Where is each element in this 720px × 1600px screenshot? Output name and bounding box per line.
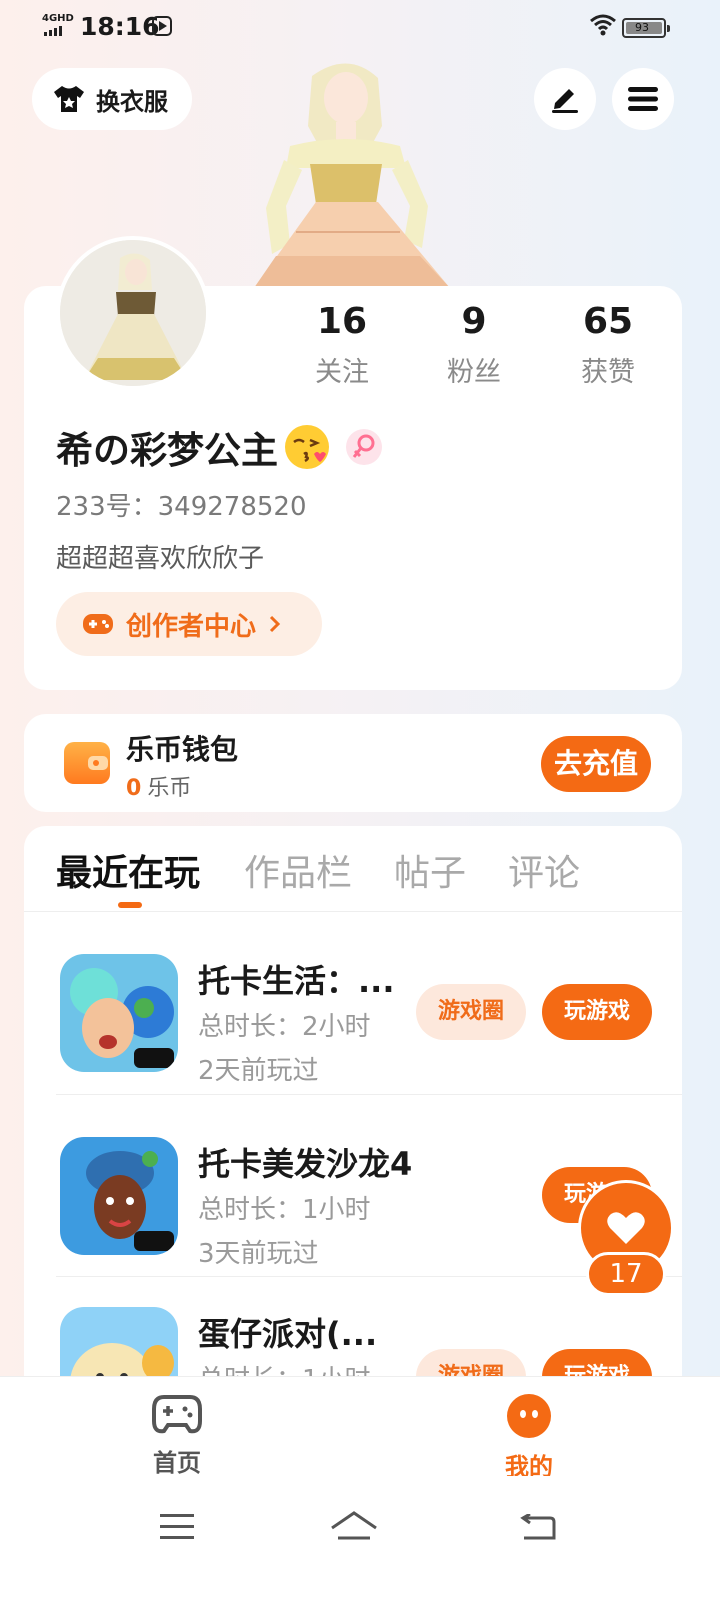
nav-mine[interactable]: 我的 <box>474 1393 584 1482</box>
game-circle-button[interactable]: 游戏圈 <box>416 984 526 1040</box>
game-last-played: 3天前玩过 <box>198 1239 319 1269</box>
username-text: 希の彩梦公主 <box>56 429 278 472</box>
game-name: 托卡生活：... <box>198 962 395 1000</box>
pencil-icon <box>552 89 578 113</box>
media-play-icon <box>152 16 172 36</box>
kissing-face-emoji-icon <box>285 425 329 469</box>
stat-followers[interactable]: 9 粉丝 <box>414 302 534 389</box>
home-icon[interactable] <box>330 1510 378 1542</box>
change-outfit-button[interactable]: 换衣服 <box>32 68 192 130</box>
wallet-unit: 乐币 <box>147 776 192 801</box>
game-duration: 总时长：2小时 <box>198 1012 371 1042</box>
creator-center-button[interactable]: 创作者中心 <box>56 592 322 656</box>
heart-icon <box>607 1212 645 1244</box>
bottom-nav: 首页 我的 <box>0 1376 720 1481</box>
profile-face-icon <box>507 1394 551 1438</box>
user-bio: 超超超喜欢欣欣子 <box>56 544 265 574</box>
play-game-button[interactable]: 玩游戏 <box>542 984 652 1040</box>
likes-count: 65 <box>582 301 634 342</box>
game-name: 蛋仔派对(... <box>198 1315 378 1353</box>
game-duration: 总时长：1小时 <box>198 1195 371 1225</box>
back-icon[interactable] <box>520 1514 556 1542</box>
network-type: 4GHD <box>42 13 74 24</box>
following-label: 关注 <box>315 357 369 388</box>
tab-recent-played[interactable]: 最近在玩 <box>56 844 200 896</box>
tab-posts[interactable]: 帖子 <box>394 844 466 896</box>
username: 希の彩梦公主 <box>56 420 382 474</box>
wifi-icon <box>590 14 616 36</box>
game-icon-toca-hair-salon <box>60 1137 178 1255</box>
nav-home-label: 首页 <box>153 1449 201 1477</box>
avatar-3d-figure[interactable] <box>250 56 470 288</box>
signal-icon <box>44 26 62 36</box>
battery-icon: 93 <box>622 18 670 38</box>
wallet-balance: 0 乐币 <box>126 770 191 802</box>
edit-profile-button[interactable] <box>534 68 596 130</box>
recent-apps-icon[interactable] <box>160 1514 194 1540</box>
change-outfit-label: 换衣服 <box>96 87 168 116</box>
game-row[interactable]: 托卡生活：... 总时长：2小时 2天前玩过 游戏圈 玩游戏 <box>56 912 682 1094</box>
status-time: 18:16 <box>80 12 160 41</box>
tab-works[interactable]: 作品栏 <box>244 844 352 896</box>
user-id: 233号：349278520 <box>56 492 307 522</box>
following-count: 16 <box>316 301 368 342</box>
chevron-right-icon <box>269 615 281 633</box>
wallet-title: 乐币钱包 <box>126 733 239 766</box>
wallet-icon <box>64 742 110 784</box>
stat-following[interactable]: 16 关注 <box>282 302 402 389</box>
like-count-badge: 17 <box>586 1252 666 1296</box>
game-name: 托卡美发沙龙4 <box>198 1145 413 1183</box>
gamepad-icon <box>83 614 113 634</box>
followers-count: 9 <box>461 301 487 342</box>
followers-label: 粉丝 <box>447 357 501 388</box>
tab-active-indicator <box>118 902 142 908</box>
recharge-button[interactable]: 去充值 <box>541 736 651 792</box>
nav-home[interactable]: 首页 <box>122 1393 232 1478</box>
profile-tabs: 最近在玩 作品栏 帖子 评论 <box>24 826 682 912</box>
battery-level: 93 <box>635 21 649 34</box>
game-last-played: 2天前玩过 <box>198 1056 319 1086</box>
menu-button[interactable] <box>612 68 674 130</box>
stat-likes[interactable]: 65 获赞 <box>548 302 668 389</box>
system-nav-bar <box>0 1476 720 1600</box>
outfit-shirt-icon <box>54 86 84 112</box>
games-panel: 最近在玩 作品栏 帖子 评论 托卡生活：... 总时长：2小时 2天前玩过 游戏… <box>24 826 682 1426</box>
hamburger-menu-icon <box>628 87 658 111</box>
creator-center-label: 创作者中心 <box>126 611 257 642</box>
user-avatar[interactable] <box>56 236 210 390</box>
status-bar: 4GHD 18:16 93 <box>0 0 720 56</box>
likes-label: 获赞 <box>581 357 635 388</box>
female-gender-icon <box>346 429 382 465</box>
wallet-balance-value: 0 <box>126 776 142 801</box>
game-icon-toca-life <box>60 954 178 1072</box>
tab-comments[interactable]: 评论 <box>508 844 580 896</box>
gamepad-icon <box>152 1395 202 1434</box>
